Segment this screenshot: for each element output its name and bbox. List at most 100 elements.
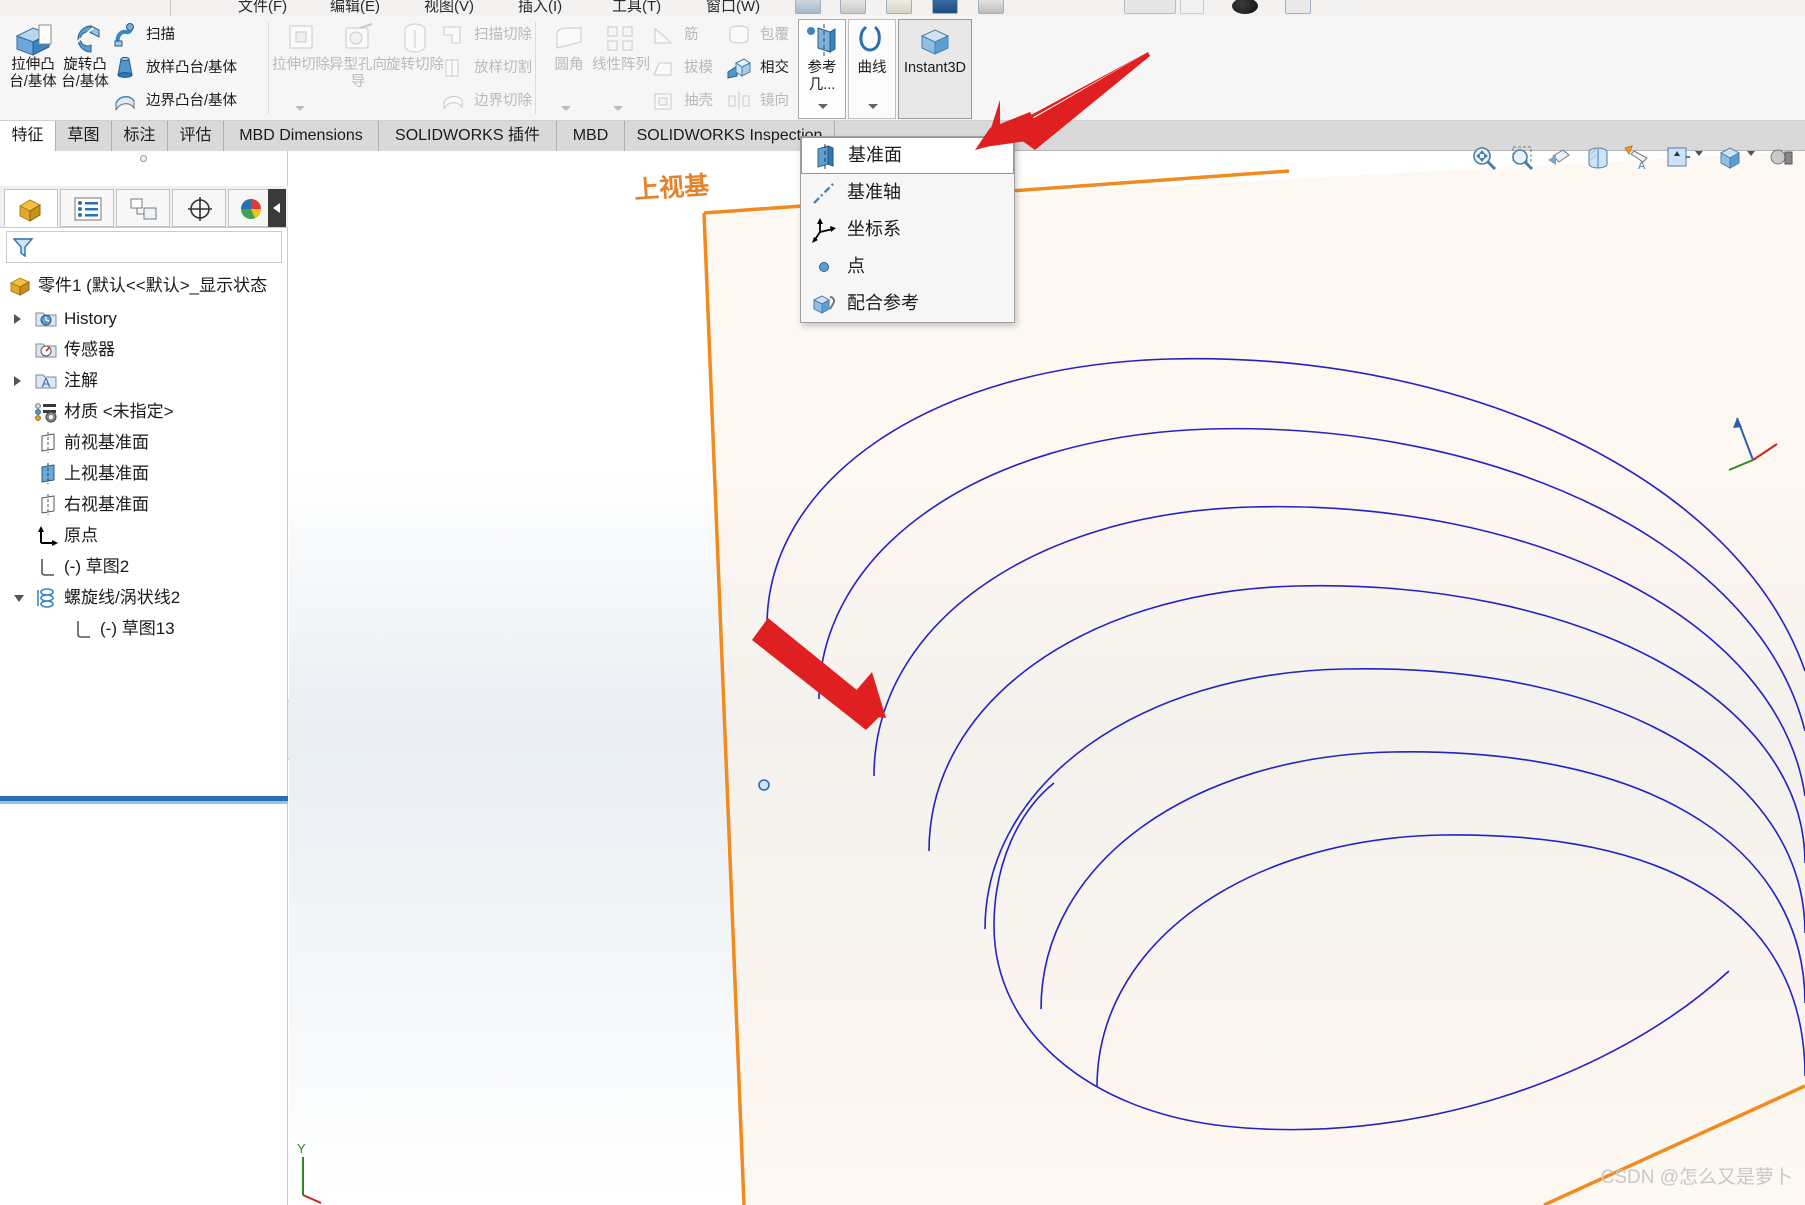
quick-rebuild-icon[interactable] xyxy=(1180,0,1204,14)
quick-save-icon[interactable] xyxy=(886,0,912,14)
quick-help-icon[interactable] xyxy=(1330,0,1356,14)
manager-tab-strip[interactable] xyxy=(0,186,288,228)
boundary-cut-icon xyxy=(440,89,466,113)
feature-tree[interactable]: 零件1 (默认<<默认>_显示状态 History 传感器 A 注解 材质 <未… xyxy=(0,269,288,644)
extrude-boss-icon xyxy=(4,22,62,56)
revolve-boss-button[interactable]: 旋转凸台/基体 xyxy=(56,22,114,91)
dropdown-item-axis[interactable]: 基准轴 xyxy=(801,174,1014,211)
tree-item-annotations[interactable]: A 注解 xyxy=(0,365,288,396)
fillet-more-caret[interactable] xyxy=(561,106,571,111)
tree-item-helix[interactable]: 螺旋线/涡状线2 xyxy=(0,582,288,613)
configurationmanager-tab[interactable] xyxy=(116,189,170,227)
origin-triad-right xyxy=(1728,417,1778,471)
curves-caret[interactable] xyxy=(868,104,878,109)
mirror-button[interactable]: 镜向 xyxy=(726,88,789,114)
quick-new-icon[interactable] xyxy=(795,0,821,14)
instant3d-button[interactable]: Instant3D xyxy=(898,19,972,119)
sweep-cut-label: 扫描切除 xyxy=(474,27,533,44)
menu-divider xyxy=(170,0,171,16)
loft-boss-button[interactable]: 放样凸台/基体 xyxy=(112,55,237,81)
propertymanager-tab[interactable] xyxy=(60,189,114,227)
quick-print-icon[interactable] xyxy=(932,0,958,14)
boundary-cut-button[interactable]: 边界切除 xyxy=(440,88,532,114)
revolve-cut-button[interactable]: 旋转切除 xyxy=(386,22,444,74)
draft-button[interactable]: 拔模 xyxy=(650,55,713,81)
menu-item-view[interactable]: 视图(V) xyxy=(424,0,474,16)
spiral-curves xyxy=(758,357,1805,1131)
tree-item-part[interactable]: 零件1 (默认<<默认>_显示状态 xyxy=(0,269,288,303)
reference-geometry-dropdown[interactable]: 基准面 基准轴 坐标系 点 配合参考 xyxy=(800,136,1015,323)
boundary-cut-label: 边界切除 xyxy=(474,93,533,110)
instant3d-icon xyxy=(899,20,971,60)
tree-item-sensors[interactable]: 传感器 xyxy=(0,334,288,365)
quick-display-icon[interactable] xyxy=(1285,0,1311,14)
menu-item-tools[interactable]: 工具(T) xyxy=(612,0,661,16)
chevron-down-icon[interactable] xyxy=(14,595,24,602)
reference-geometry-button[interactable]: 参考几... xyxy=(798,19,846,119)
dropdown-item-plane[interactable]: 基准面 xyxy=(801,137,1014,174)
dropdown-item-axis-label: 基准轴 xyxy=(847,182,901,202)
tree-item-front-plane[interactable]: 前视基准面 xyxy=(0,427,288,458)
ribbon-toolbar[interactable]: 拉伸凸台/基体 旋转凸台/基体 扫描 放样凸台/基体 边界凸台/基体 拉伸切除 … xyxy=(0,16,1805,121)
cut-group-more-caret[interactable] xyxy=(295,106,305,111)
curves-button[interactable]: 曲线 xyxy=(848,19,896,119)
tree-item-history[interactable]: History xyxy=(0,303,288,334)
manager-tab-overflow[interactable] xyxy=(268,189,286,227)
menu-item-insert[interactable]: 插入(I) xyxy=(518,0,562,16)
shell-button[interactable]: 抽壳 xyxy=(650,88,713,114)
tab-evaluate[interactable]: 评估 xyxy=(168,121,224,151)
chevron-right-icon[interactable] xyxy=(14,314,21,324)
tree-item-sketch2[interactable]: (-) 草图2 xyxy=(0,551,288,582)
tree-item-origin[interactable]: 原点 xyxy=(0,520,288,551)
menu-bar[interactable]: 文件(F) 编辑(E) 视图(V) 插入(I) 工具(T) 窗口(W) xyxy=(0,0,1805,16)
boundary-boss-button[interactable]: 边界凸台/基体 xyxy=(112,88,237,114)
dimxpertmanager-tab[interactable] xyxy=(172,189,226,227)
dropdown-item-coordinate-system[interactable]: 坐标系 xyxy=(801,211,1014,248)
mirror-icon xyxy=(726,89,752,113)
tab-solidworks-addins[interactable]: SOLIDWORKS 插件 xyxy=(379,121,557,151)
menu-item-file[interactable]: 文件(F) xyxy=(238,0,287,16)
hole-wizard-button[interactable]: 异型孔向导 xyxy=(329,22,387,91)
mirror-label: 镜向 xyxy=(760,93,790,110)
tree-item-right-plane[interactable]: 右视基准面 xyxy=(0,489,288,520)
quick-undo-icon[interactable] xyxy=(978,0,1004,14)
quick-select-icon[interactable] xyxy=(1124,0,1176,14)
tree-item-top-plane[interactable]: 上视基准面 xyxy=(0,458,288,489)
extrude-cut-button[interactable]: 拉伸切除 xyxy=(272,22,330,74)
feature-tree-filter[interactable] xyxy=(6,231,282,263)
tree-item-sketch13-label: (-) 草图13 xyxy=(100,619,175,638)
quick-open-icon[interactable] xyxy=(840,0,866,14)
tree-item-sketch13[interactable]: (-) 草图13 xyxy=(0,613,288,644)
menu-item-window[interactable]: 窗口(W) xyxy=(706,0,760,16)
extrude-boss-button[interactable]: 拉伸凸台/基体 xyxy=(4,22,62,91)
pattern-more-caret[interactable] xyxy=(613,106,623,111)
menu-item-edit[interactable]: 编辑(E) xyxy=(330,0,380,16)
reference-geometry-caret[interactable] xyxy=(818,104,828,109)
tab-mbd-dimensions[interactable]: MBD Dimensions xyxy=(224,121,379,151)
dropdown-item-point[interactable]: 点 xyxy=(801,248,1014,285)
rib-icon xyxy=(650,23,676,47)
solidworks-window: 文件(F) 编辑(E) 视图(V) 插入(I) 工具(T) 窗口(W) 拉伸凸台… xyxy=(0,0,1805,1205)
chevron-right-icon[interactable] xyxy=(14,376,21,386)
loft-cut-button[interactable]: 放样切割 xyxy=(440,55,532,81)
rib-button[interactable]: 筋 xyxy=(650,22,699,48)
panel-collapse-handle[interactable] xyxy=(140,155,147,162)
tree-item-material[interactable]: 材质 <未指定> xyxy=(0,396,288,427)
sweep-cut-button[interactable]: 扫描切除 xyxy=(440,22,532,48)
tab-mbd[interactable]: MBD xyxy=(557,121,625,151)
sweep-button[interactable]: 扫描 xyxy=(112,22,175,48)
linear-pattern-button[interactable]: 线性阵列 xyxy=(592,22,650,74)
tab-markup[interactable]: 标注 xyxy=(112,121,168,151)
quick-options-icon[interactable] xyxy=(1232,0,1258,14)
feature-manager-panel: 零件1 (默认<<默认>_显示状态 History 传感器 A 注解 材质 <未… xyxy=(0,151,288,1205)
tree-item-annotations-label: 注解 xyxy=(64,371,98,390)
tab-sketch[interactable]: 草图 xyxy=(56,121,112,151)
wrap-button[interactable]: 包覆 xyxy=(726,22,789,48)
shell-label: 抽壳 xyxy=(684,93,714,110)
dropdown-item-mate-reference[interactable]: 配合参考 xyxy=(801,285,1014,322)
fillet-button[interactable]: 圆角 xyxy=(540,22,598,74)
featuremanager-tab[interactable] xyxy=(4,189,58,227)
intersect-button[interactable]: 相交 xyxy=(726,55,789,81)
graphics-area[interactable]: Y 上视基 CSDN @怎么又是萝卜 xyxy=(289,151,1805,1205)
tab-features[interactable]: 特征 xyxy=(0,121,56,151)
